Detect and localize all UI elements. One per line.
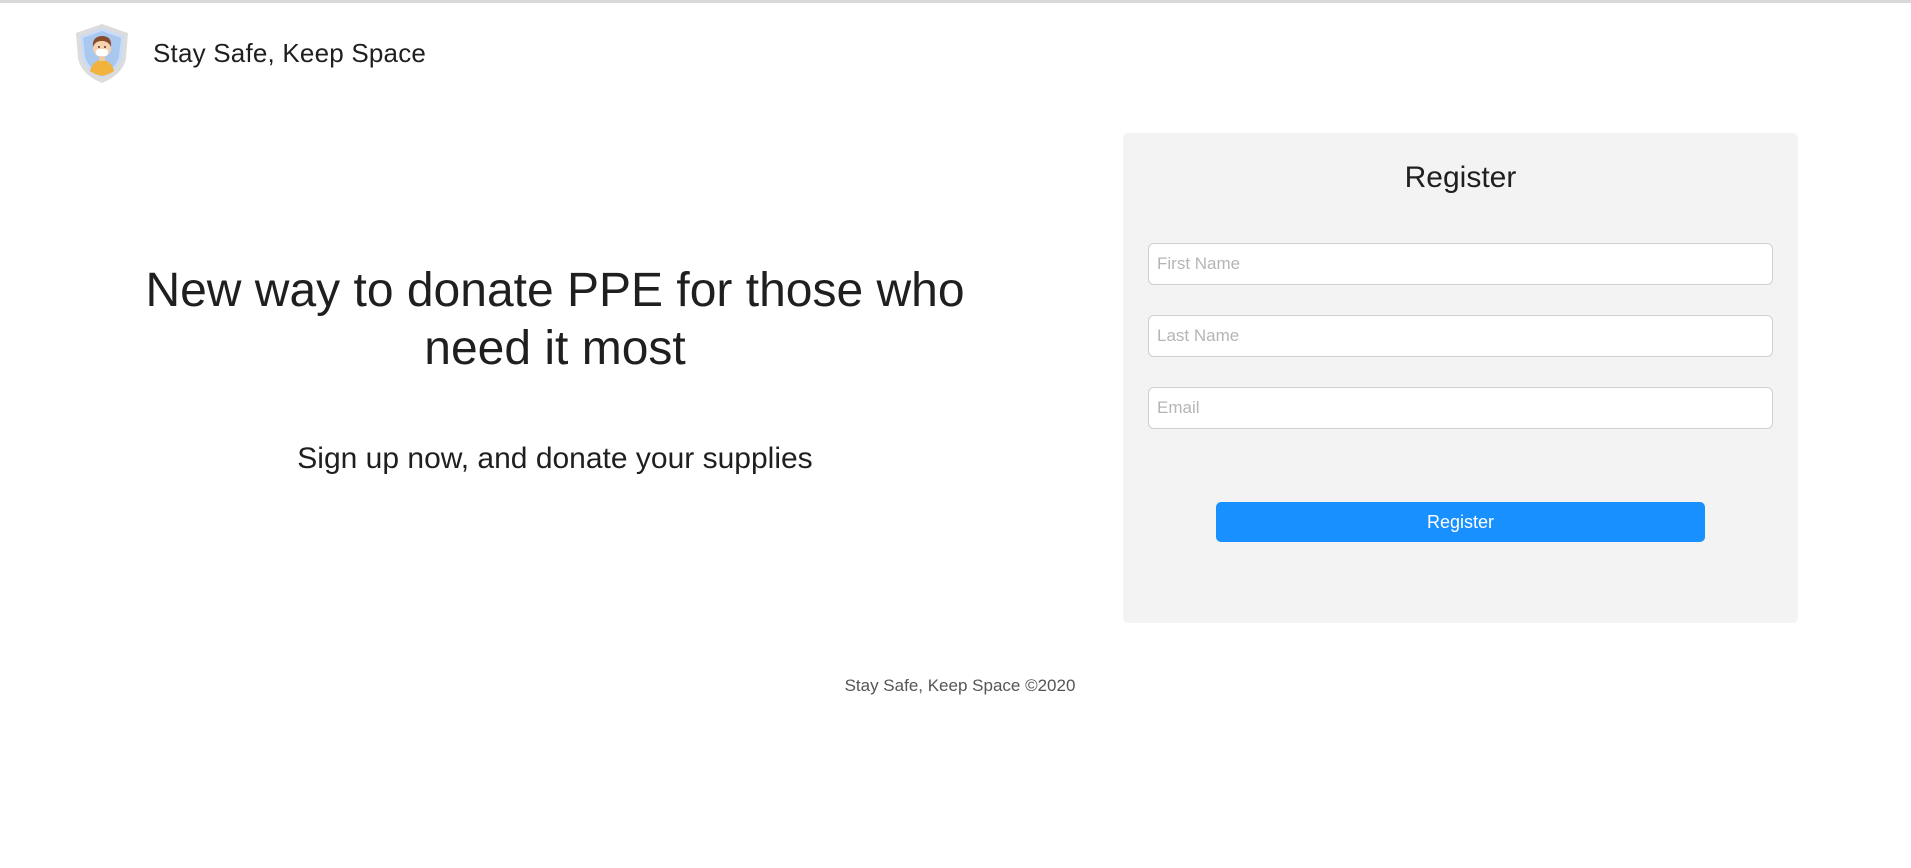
shield-person-icon[interactable] <box>68 22 136 84</box>
register-card: Register Register <box>1123 133 1798 623</box>
footer-copyright: Stay Safe, Keep Space ©2020 <box>844 676 1076 695</box>
last-name-input[interactable] <box>1148 315 1773 357</box>
brand-name[interactable]: Stay Safe, Keep Space <box>153 38 426 69</box>
email-input[interactable] <box>1148 387 1773 429</box>
top-divider <box>0 0 1911 3</box>
site-header: Stay Safe, Keep Space <box>68 22 426 84</box>
hero-subtitle: Sign up now, and donate your supplies <box>297 442 813 475</box>
hero-title: New way to donate PPE for those who need… <box>145 264 965 375</box>
hero-section: New way to donate PPE for those who need… <box>110 262 1000 476</box>
register-title: Register <box>1404 161 1517 194</box>
register-button[interactable]: Register <box>1216 502 1705 542</box>
first-name-input[interactable] <box>1148 243 1773 285</box>
